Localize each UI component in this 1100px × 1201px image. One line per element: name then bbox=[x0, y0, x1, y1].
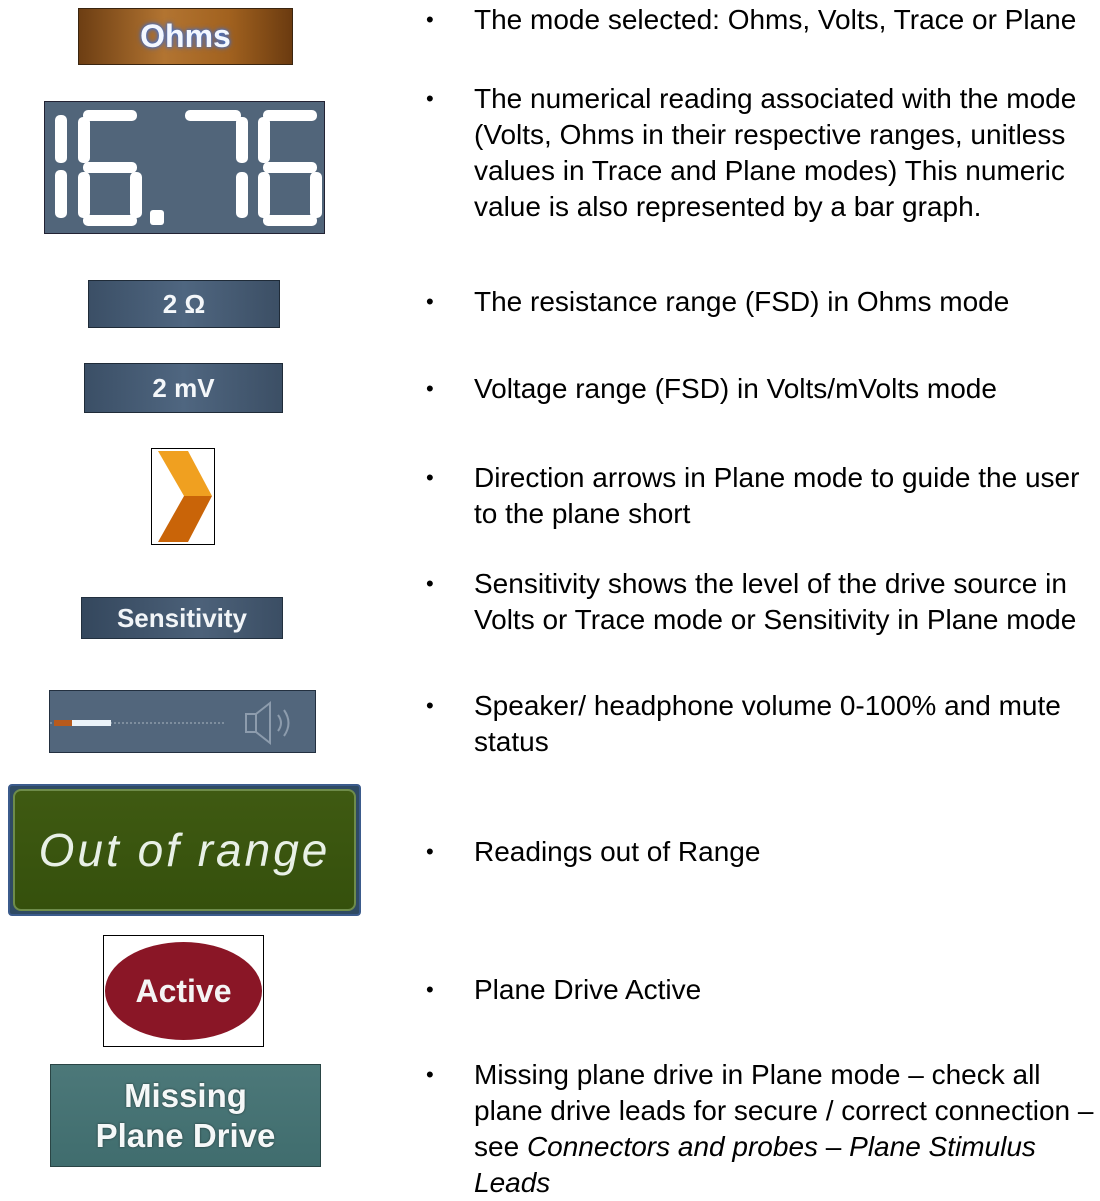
bullet-text: Sensitivity shows the level of the drive… bbox=[474, 568, 1077, 635]
active-label: Active bbox=[105, 942, 262, 1040]
resistance-range-chip: 2 Ω bbox=[88, 280, 280, 328]
bullet-voltage: • Voltage range (FSD) in Volts/mVolts mod… bbox=[426, 371, 1096, 407]
bullet-reading: • The numerical reading associated with t… bbox=[426, 81, 1096, 225]
bullet-text: Plane Drive Active bbox=[474, 974, 702, 1005]
missing-line-2: Plane Drive bbox=[95, 1116, 276, 1154]
bullet-text: Direction arrows in Plane mode to guide … bbox=[474, 462, 1080, 529]
bullet-mode: • The mode selected: Ohms, Volts, Trace o… bbox=[426, 2, 1096, 38]
bullet-resistance: • The resistance range (FSD) in Ohms mode bbox=[426, 284, 1096, 320]
bullet-sensitivity: • Sensitivity shows the level of the driv… bbox=[426, 566, 1096, 638]
missing-plane-drive-indicator: Missing Plane Drive bbox=[50, 1064, 321, 1167]
sensitivity-label: Sensitivity bbox=[81, 597, 283, 639]
ohms-mode-badge: Ohms bbox=[78, 8, 293, 65]
bullet-missing: • Missing plane drive in Plane mode – che… bbox=[426, 1057, 1096, 1201]
bullet-glyph: • bbox=[426, 1062, 434, 1087]
bullet-glyph: • bbox=[426, 571, 434, 596]
out-of-range-indicator: Out of range bbox=[8, 784, 361, 916]
bullet-glyph: • bbox=[426, 977, 434, 1002]
plane-drive-active-indicator: Active bbox=[103, 935, 264, 1047]
bullet-glyph: • bbox=[426, 465, 434, 490]
bullet-text: The numerical reading associated with th… bbox=[474, 83, 1077, 222]
connectors-probes-ref: Connectors and probes bbox=[526, 1131, 819, 1162]
bullet-text: Readings out of Range bbox=[474, 836, 761, 867]
out-of-range-label: Out of range bbox=[13, 789, 356, 911]
bullet-active: • Plane Drive Active bbox=[426, 972, 1096, 1008]
chevron-right-icon bbox=[151, 448, 215, 545]
speaker-icon bbox=[245, 700, 290, 746]
bullet-out-of-range: • Readings out of Range bbox=[426, 834, 1096, 870]
ref-separator: – bbox=[818, 1131, 850, 1162]
seven-segment-digits bbox=[55, 110, 322, 226]
bullet-glyph: • bbox=[426, 289, 434, 314]
bullet-text: The resistance range (FSD) in Ohms mode bbox=[474, 286, 1010, 317]
bullet-text: Speaker/ headphone volume 0-100% and mut… bbox=[474, 690, 1061, 757]
bullet-text: The mode selected: Ohms, Volts, Trace or… bbox=[474, 4, 1077, 35]
bullet-glyph: • bbox=[426, 376, 434, 401]
numeric-reading-display bbox=[44, 101, 325, 234]
voltage-range-chip: 2 mV bbox=[84, 363, 283, 413]
bullet-direction: • Direction arrows in Plane mode to guide… bbox=[426, 460, 1096, 532]
bullet-glyph: • bbox=[426, 839, 434, 864]
bullet-volume: • Speaker/ headphone volume 0-100% and mu… bbox=[426, 688, 1096, 760]
bullet-glyph: • bbox=[426, 7, 434, 32]
bullet-glyph: • bbox=[426, 693, 434, 718]
bullet-text: Voltage range (FSD) in Volts/mVolts mode bbox=[474, 373, 997, 404]
bullet-text: Missing plane drive in Plane mode – chec… bbox=[474, 1059, 1093, 1198]
missing-line-1: Missing bbox=[124, 1076, 247, 1114]
volume-indicator bbox=[49, 690, 316, 753]
bullet-glyph: • bbox=[426, 86, 434, 111]
